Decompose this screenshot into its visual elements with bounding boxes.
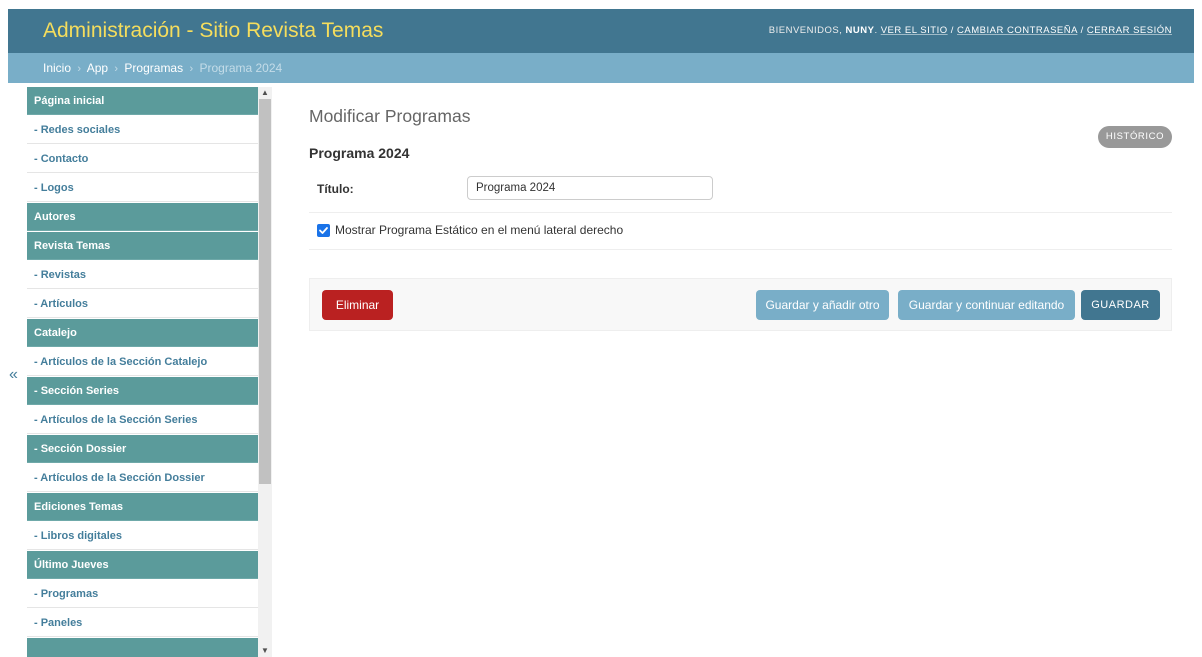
admin-page: Administración - Sitio Revista Temas BIE…: [0, 0, 1202, 657]
sidebar-item[interactable]: - Sección Dossier: [27, 435, 258, 463]
history-button[interactable]: HISTÓRICO: [1098, 126, 1172, 148]
object-title: Programa 2024: [309, 145, 410, 161]
breadcrumb-arrow: ›: [77, 63, 82, 75]
divider: [309, 212, 1172, 213]
sidebar-scrollbar[interactable]: ▲ ▼: [258, 87, 272, 657]
breadcrumb-arrow: ›: [189, 63, 194, 75]
breadcrumb: Inicio › App › Programas › Programa 2024: [8, 53, 1194, 83]
sidebar-nav: Página inicial - Redes sociales - Contacto…: [27, 87, 258, 657]
breadcrumb-home[interactable]: Inicio: [43, 61, 71, 75]
divider: [309, 249, 1172, 250]
sidebar-section-header[interactable]: [27, 638, 258, 657]
sidebar-item[interactable]: - Contacto: [27, 145, 258, 173]
separator: /: [1080, 25, 1084, 36]
sidebar-section-header[interactable]: Revista Temas: [27, 232, 258, 260]
mostrar-programa-checkbox[interactable]: [317, 224, 330, 237]
sidebar-item[interactable]: - Paneles: [27, 609, 258, 637]
sidebar-section-header[interactable]: Último Jueves: [27, 551, 258, 579]
sidebar-section-header[interactable]: Autores: [27, 203, 258, 231]
sidebar-item[interactable]: - Libros digitales: [27, 522, 258, 550]
sidebar-section-header[interactable]: Página inicial: [27, 87, 258, 115]
titulo-input[interactable]: [467, 176, 713, 200]
view-site-link[interactable]: VER EL SITIO: [881, 25, 948, 36]
sidebar-item[interactable]: - Artículos de la Sección Dossier: [27, 464, 258, 492]
sidebar-section-header[interactable]: Catalejo: [27, 319, 258, 347]
sidebar-item[interactable]: - Artículos de la Sección Series: [27, 406, 258, 434]
sidebar-item[interactable]: - Programas: [27, 580, 258, 608]
toggle-sidebar-button[interactable]: «: [9, 366, 18, 384]
scroll-up-icon[interactable]: ▲: [258, 87, 272, 99]
logout-link[interactable]: CERRAR SESIÓN: [1087, 25, 1172, 36]
header-bar: Administración - Sitio Revista Temas BIE…: [8, 9, 1194, 53]
titulo-label: Título:: [317, 182, 354, 196]
checkmark-icon: [319, 227, 328, 234]
mostrar-programa-label[interactable]: Mostrar Programa Estático en el menú lat…: [335, 223, 623, 237]
breadcrumb-app[interactable]: App: [87, 61, 108, 75]
sidebar-item[interactable]: - Redes sociales: [27, 116, 258, 144]
site-title[interactable]: Administración - Sitio Revista Temas: [43, 19, 383, 43]
breadcrumb-current: Programa 2024: [199, 61, 283, 75]
page-title: Modificar Programas: [309, 106, 471, 126]
submit-row: Eliminar Guardar y añadir otro Guardar y…: [309, 278, 1172, 331]
sidebar-item[interactable]: - Artículos de la Sección Catalejo: [27, 348, 258, 376]
sidebar-item[interactable]: - Sección Series: [27, 377, 258, 405]
save-and-add-button[interactable]: Guardar y añadir otro: [756, 290, 889, 320]
scroll-down-icon[interactable]: ▼: [258, 645, 272, 657]
sidebar-item[interactable]: - Artículos: [27, 290, 258, 318]
scrollbar-thumb[interactable]: [259, 99, 271, 484]
breadcrumb-arrow: ›: [114, 63, 119, 75]
sidebar-section-header[interactable]: Ediciones Temas: [27, 493, 258, 521]
change-password-link[interactable]: CAMBIAR CONTRASEÑA: [957, 25, 1077, 36]
user-tools: BIENVENIDOS, NUNY. VER EL SITIO / CAMBIA…: [768, 25, 1172, 36]
save-and-continue-button[interactable]: Guardar y continuar editando: [898, 290, 1075, 320]
username: NUNY: [845, 25, 875, 36]
delete-button[interactable]: Eliminar: [322, 290, 393, 320]
save-button[interactable]: GUARDAR: [1081, 290, 1160, 320]
breadcrumb-programas[interactable]: Programas: [124, 61, 183, 75]
welcome-text: BIENVENIDOS,: [768, 25, 843, 36]
separator: /: [950, 25, 954, 36]
sidebar-item[interactable]: - Logos: [27, 174, 258, 202]
sidebar-item[interactable]: - Revistas: [27, 261, 258, 289]
